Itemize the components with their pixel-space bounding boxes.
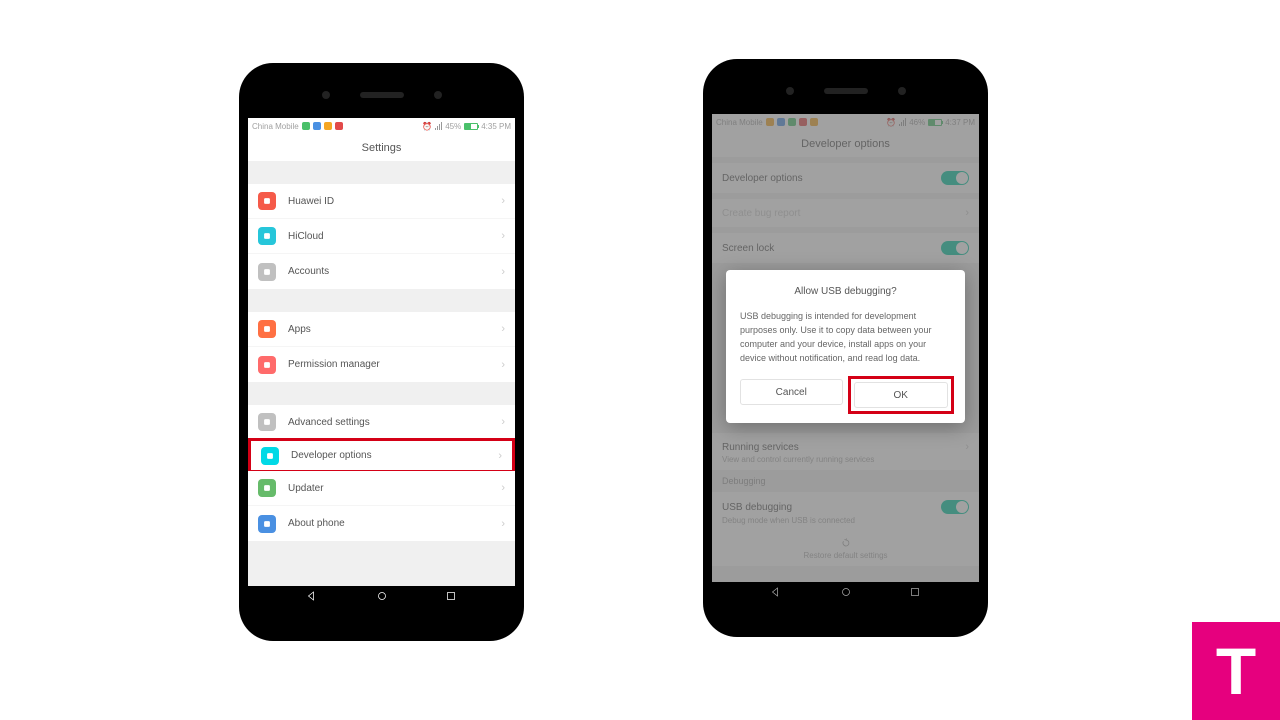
chevron-right-icon: › [501, 230, 505, 242]
chevron-right-icon: › [498, 450, 502, 462]
updater-icon [258, 479, 276, 497]
time-label: 4:35 PM [481, 122, 511, 131]
chevron-right-icon: › [501, 195, 505, 207]
nav-bar [248, 586, 515, 606]
settings-row-about[interactable]: About phone› [248, 506, 515, 541]
dialog-body: USB debugging is intended for developmen… [740, 309, 951, 365]
advanced-icon [258, 413, 276, 431]
settings-row-developer[interactable]: Developer options› [248, 438, 515, 473]
battery-icon [464, 123, 478, 130]
dialog-actions: Cancel OK [740, 379, 951, 411]
page-title: Settings [248, 134, 515, 161]
settings-row-permission[interactable]: Permission manager› [248, 347, 515, 382]
developer-icon [261, 447, 279, 465]
status-icon [335, 122, 343, 130]
status-icon [313, 122, 321, 130]
chevron-right-icon: › [501, 323, 505, 335]
apps-icon [258, 320, 276, 338]
battery-label: 45% [445, 122, 461, 131]
recent-icon[interactable] [445, 590, 457, 602]
chevron-right-icon: › [501, 416, 505, 428]
row-label: Updater [288, 483, 501, 494]
alarm-icon: ⏰ [422, 122, 432, 131]
phone-frame-settings: China Mobile ⏰ 45% 4:35 PM Settings Huaw… [239, 63, 524, 641]
settings-row-advanced[interactable]: Advanced settings› [248, 405, 515, 440]
row-label: HiCloud [288, 231, 501, 242]
dialog-title: Allow USB debugging? [740, 286, 951, 297]
status-icon [324, 122, 332, 130]
screen-settings: China Mobile ⏰ 45% 4:35 PM Settings Huaw… [248, 118, 515, 606]
row-label: Permission manager [288, 359, 501, 370]
back-icon[interactable] [306, 590, 318, 602]
phone-earpiece [786, 87, 906, 95]
ok-button-highlight: OK [848, 376, 955, 414]
chevron-right-icon: › [501, 359, 505, 371]
row-label: About phone [288, 518, 501, 529]
huawei-id-icon [258, 192, 276, 210]
row-label: Advanced settings [288, 417, 501, 428]
usb-debugging-dialog: Allow USB debugging? USB debugging is in… [726, 270, 965, 423]
status-bar: China Mobile ⏰ 45% 4:35 PM [248, 118, 515, 134]
accounts-icon [258, 263, 276, 281]
permission-icon [258, 356, 276, 374]
signal-icon [435, 122, 442, 130]
phone-frame-developer: China Mobile ⏰ 46% 4:37 PM Developer opt… [703, 59, 988, 637]
settings-row-apps[interactable]: Apps› [248, 312, 515, 347]
chevron-right-icon: › [501, 482, 505, 494]
home-icon[interactable] [376, 590, 388, 602]
row-label: Accounts [288, 266, 501, 277]
carrier-label: China Mobile [252, 122, 299, 131]
settings-row-accounts[interactable]: Accounts› [248, 254, 515, 289]
hicloud-icon [258, 227, 276, 245]
status-icon [302, 122, 310, 130]
row-label: Huawei ID [288, 196, 501, 207]
settings-row-huawei-id[interactable]: Huawei ID› [248, 184, 515, 219]
row-label: Apps [288, 324, 501, 335]
screen-developer: China Mobile ⏰ 46% 4:37 PM Developer opt… [712, 114, 979, 602]
brand-letter: T [1216, 633, 1256, 709]
brand-badge: T [1192, 622, 1280, 720]
chevron-right-icon: › [501, 266, 505, 278]
row-label: Developer options [291, 450, 498, 461]
settings-row-hicloud[interactable]: HiCloud› [248, 219, 515, 254]
chevron-right-icon: › [501, 518, 505, 530]
cancel-button[interactable]: Cancel [740, 379, 843, 405]
phone-earpiece [322, 91, 442, 99]
about-icon [258, 515, 276, 533]
settings-row-updater[interactable]: Updater› [248, 471, 515, 506]
ok-button[interactable]: OK [854, 382, 949, 408]
